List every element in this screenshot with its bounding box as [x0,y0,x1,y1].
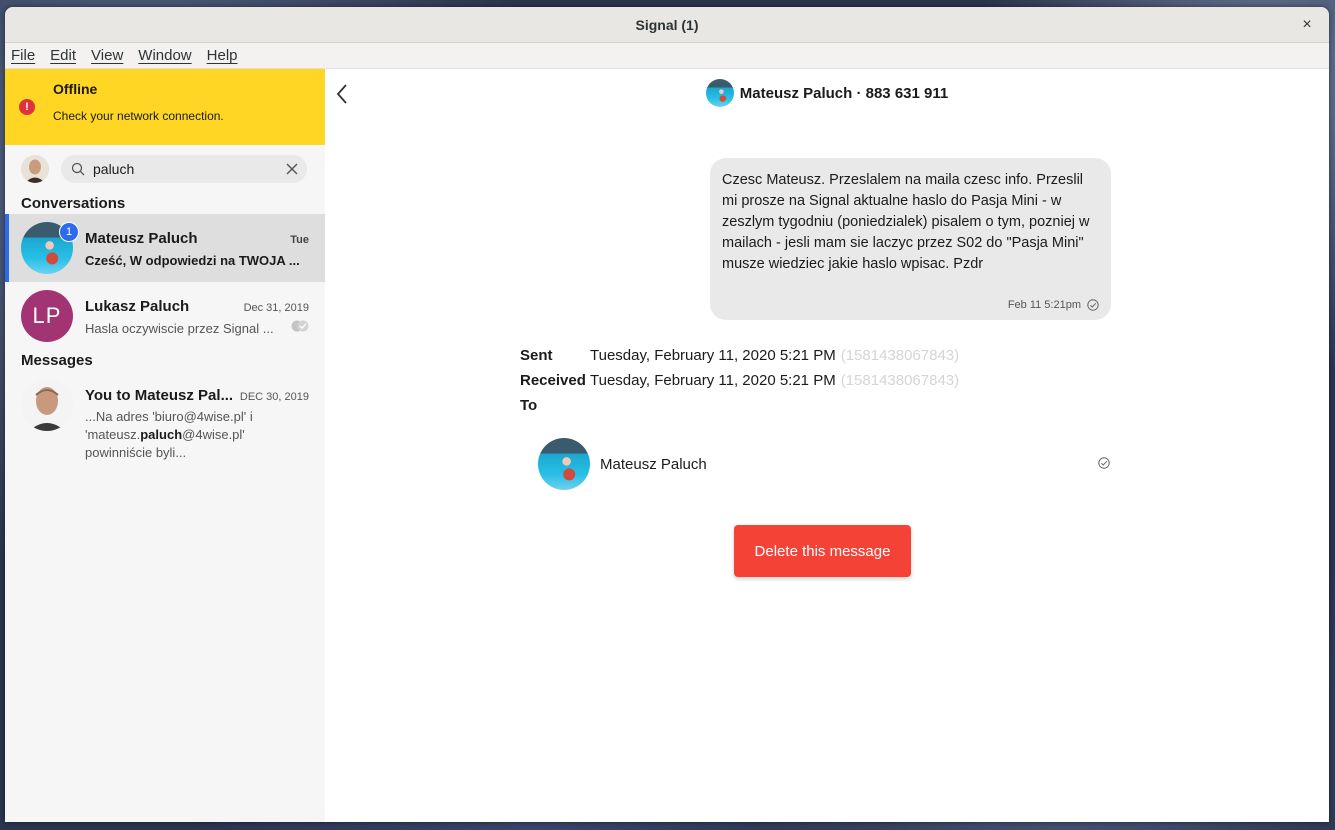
sent-timestamp: (1581438067843) [840,347,960,364]
message-result-snippet: ...Na adres 'biuro@4wise.pl' i 'mateusz.… [85,408,275,462]
sent-check-icon [1087,299,1099,311]
avatar: LP [21,290,73,342]
header-avatar[interactable] [705,79,734,107]
left-pane: ! Offline Check your network connection. [5,69,325,822]
search-icon [71,162,85,176]
offline-banner: ! Offline Check your network connection. [5,69,325,145]
conversation-name: Lukasz Paluch [85,298,190,315]
read-receipt-icon [291,320,309,331]
received-timestamp: (1581438067843) [840,372,960,389]
delete-message-button[interactable]: Delete this message [734,525,911,577]
window-title: Signal (1) [635,16,699,33]
menu-bar: File Edit View Window Help [5,43,1329,69]
my-avatar[interactable] [21,155,49,183]
conversation-item-mateusz[interactable]: 1 Mateusz Paluch Tue Cześć, W odpowiedzi… [5,214,325,282]
person-icon [21,379,73,431]
close-icon[interactable]: × [1297,15,1317,35]
message-meta: Feb 11 5:21pm [1008,299,1099,311]
recipient-name: Mateusz Paluch [600,455,707,473]
person-icon [21,155,49,183]
clear-search-icon[interactable] [285,162,299,176]
message-search-result[interactable]: You to Mateusz Pal... DEC 30, 2019 ...Na… [5,371,325,460]
back-arrow-icon[interactable] [335,83,349,105]
conversation-title[interactable]: Mateusz Paluch · 883 631 911 [740,85,948,102]
menu-edit[interactable]: Edit [50,47,83,64]
sent-label: Sent [520,347,553,364]
unread-badge: 1 [59,222,79,242]
message-bubble[interactable]: Czesc Mateusz. Przeslalem na maila czesc… [710,158,1111,320]
sent-value: Tuesday, February 11, 2020 5:21 PM [590,347,836,364]
snippet-match: paluch [140,427,183,442]
search-field[interactable] [61,155,307,183]
message-result-date: DEC 30, 2019 [239,391,309,403]
conversations-header: Conversations [21,195,126,212]
recipient-avatar [538,438,590,490]
title-bar: Signal (1) × [5,7,1329,43]
conversation-snippet: Cześć, W odpowiedzi na TWOJA ... [85,253,300,268]
message-result-text: You to Mateusz Pal... DEC 30, 2019 ...Na… [85,387,309,462]
app-content: ! Offline Check your network connection. [5,69,1329,822]
menu-file[interactable]: File [11,47,42,64]
conversation-header: Mateusz Paluch · 883 631 911 [325,69,1329,117]
avatar [21,379,73,431]
message-time: Feb 11 5:21pm [1007,299,1081,311]
search-input[interactable] [93,161,283,177]
signal-window: Signal (1) × File Edit View Window Help … [5,7,1329,822]
conversation-pane: Mateusz Paluch · 883 631 911 Czesc Mateu… [325,69,1329,822]
conversation-text: Mateusz Paluch Tue Cześć, W odpowiedzi n… [85,230,309,268]
search-row [5,145,325,193]
received-label: Received [520,372,586,389]
messages-header: Messages [21,352,93,369]
offline-title: Offline [53,81,98,97]
to-label: To [520,397,538,414]
conversation-name: Mateusz Paluch [85,230,198,247]
conversation-snippet: Hasla oczywiscie przez Signal ... [85,321,274,336]
recipient-row[interactable]: Mateusz Paluch [538,438,1110,490]
menu-help[interactable]: Help [207,47,245,64]
conversation-item-lukasz[interactable]: LP Lukasz Paluch Dec 31, 2019 Hasla oczy… [5,282,325,350]
message-result-name: You to Mateusz Pal... [85,387,234,404]
message-details: Sent Tuesday, February 11, 2020 5:21 PM … [520,343,959,418]
message-text: Czesc Mateusz. Przeslalem na maila czesc… [722,172,1090,272]
offline-subtitle: Check your network connection. [53,109,224,123]
received-value: Tuesday, February 11, 2020 5:21 PM [590,372,836,389]
conversation-text: Lukasz Paluch Dec 31, 2019 Hasla oczywis… [85,298,309,336]
sent-check-icon [1098,457,1110,469]
menu-view[interactable]: View [91,47,130,64]
menu-window[interactable]: Window [138,47,198,64]
conversation-date: Dec 31, 2019 [243,302,309,314]
alert-icon: ! [19,99,35,115]
conversation-date: Tue [290,234,309,246]
